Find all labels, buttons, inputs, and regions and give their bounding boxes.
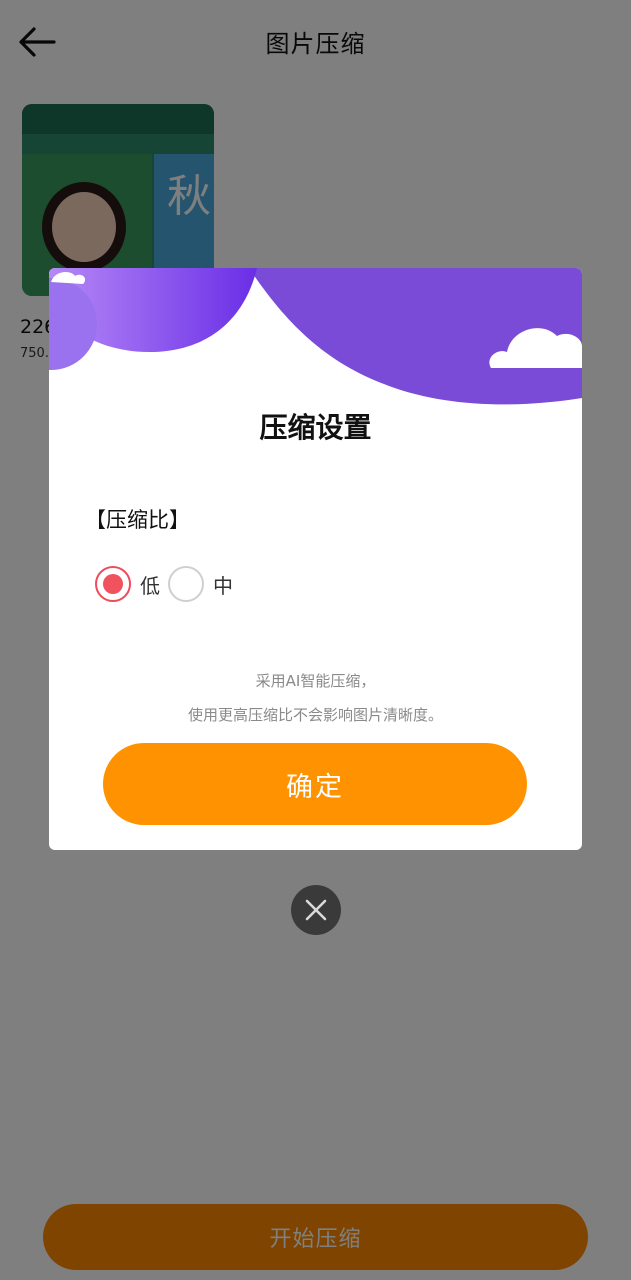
close-dialog-button[interactable] [291,885,341,935]
compression-ratio-label: 【压缩比】 [85,508,190,532]
dialog-header-decoration [49,268,582,408]
radio-option-low[interactable]: 低 [95,566,160,602]
confirm-button[interactable]: 确定 [103,743,527,825]
compress-settings-dialog: 压缩设置 【压缩比】 低 中 采用AI智能压缩， 使用更高压缩比不会影响图片清晰… [49,268,582,850]
radio-label-medium: 中 [213,573,233,598]
close-icon [305,899,327,921]
radio-unchecked-icon[interactable] [168,566,204,602]
radio-dot [103,574,123,594]
radio-option-medium[interactable]: 中 [168,566,233,602]
dialog-title: 压缩设置 [259,411,372,444]
radio-label-low: 低 [140,573,160,598]
hint-text-line2: 使用更高压缩比不会影响图片清晰度。 [187,706,443,724]
hint-text-line1: 采用AI智能压缩， [255,672,376,690]
radio-checked-icon[interactable] [95,566,131,602]
compression-ratio-options: 低 中 [95,566,241,602]
